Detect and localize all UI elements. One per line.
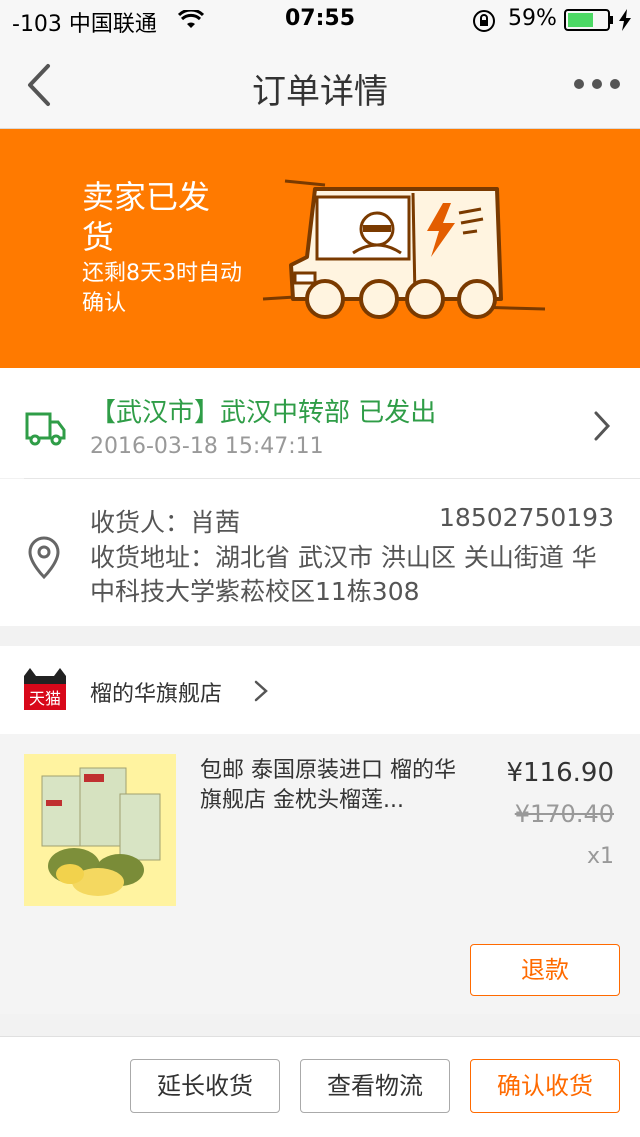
receiver-phone: 18502750193 [439, 503, 614, 532]
product-price: ¥116.90 [506, 758, 614, 788]
refund-button[interactable]: 退款 [470, 944, 620, 996]
view-logistics-button[interactable]: 查看物流 [300, 1059, 450, 1113]
status-bar: -103 中国联通 07:55 59% [0, 0, 640, 40]
shop-name: 榴的华旗舰店 [90, 682, 223, 707]
product-title: 包邮 泰国原装进口 榴的华旗舰店 金枕头榴莲... [200, 758, 456, 813]
shipping-address: 收货人：肖茜 18502750193 收货地址：湖北省 武汉市 洪山区 关山街道… [0, 479, 640, 626]
tmall-logo-icon: 天猫 [24, 668, 66, 710]
chevron-right-icon [254, 680, 268, 702]
charging-icon [619, 9, 631, 31]
extend-receipt-button[interactable]: 延长收货 [130, 1059, 280, 1113]
order-status-text: 卖家已发货 [82, 178, 211, 256]
order-status-banner: 卖家已发货 还剩8天3时自动确认 [0, 129, 640, 368]
battery-icon [564, 9, 613, 31]
page-title: 订单详情 [252, 72, 388, 112]
nav-bar: 订单详情 [0, 40, 640, 129]
rotation-lock-icon [473, 10, 495, 32]
confirm-receipt-button[interactable]: 确认收货 [470, 1059, 620, 1113]
truck-icon [25, 412, 66, 446]
auto-confirm-countdown: 还剩8天3时自动确认 [82, 261, 242, 316]
battery-percent: 59% [508, 6, 557, 31]
product-quantity: x1 [586, 844, 614, 869]
more-icon[interactable] [570, 66, 624, 102]
delivery-truck-illustration [262, 179, 546, 319]
receiver-address: 收货地址：湖北省 武汉市 洪山区 关山街道 华中科技大学紫菘校区11栋308 [90, 543, 597, 606]
shop-row[interactable]: 天猫 榴的华旗舰店 [0, 646, 640, 734]
bottom-action-bar: 延长收货 查看物流 确认收货 [0, 1036, 640, 1137]
chevron-right-icon [594, 411, 611, 441]
product-item[interactable]: 包邮 泰国原装进口 榴的华旗舰店 金枕头榴莲... ¥116.90 ¥170.4… [0, 734, 640, 1014]
product-image[interactable] [24, 754, 176, 906]
logistics-timestamp: 2016-03-18 15:47:11 [90, 434, 324, 459]
receiver-name: 收货人：肖茜 [90, 508, 241, 537]
tmall-logo-text: 天猫 [29, 689, 61, 708]
product-original-price: ¥170.40 [514, 800, 614, 828]
location-pin-icon [28, 536, 60, 580]
logistics-status: 【武汉市】武汉中转部 已发出 [90, 398, 437, 428]
logistics-row[interactable]: 【武汉市】武汉中转部 已发出 2016-03-18 15:47:11 [0, 368, 640, 478]
